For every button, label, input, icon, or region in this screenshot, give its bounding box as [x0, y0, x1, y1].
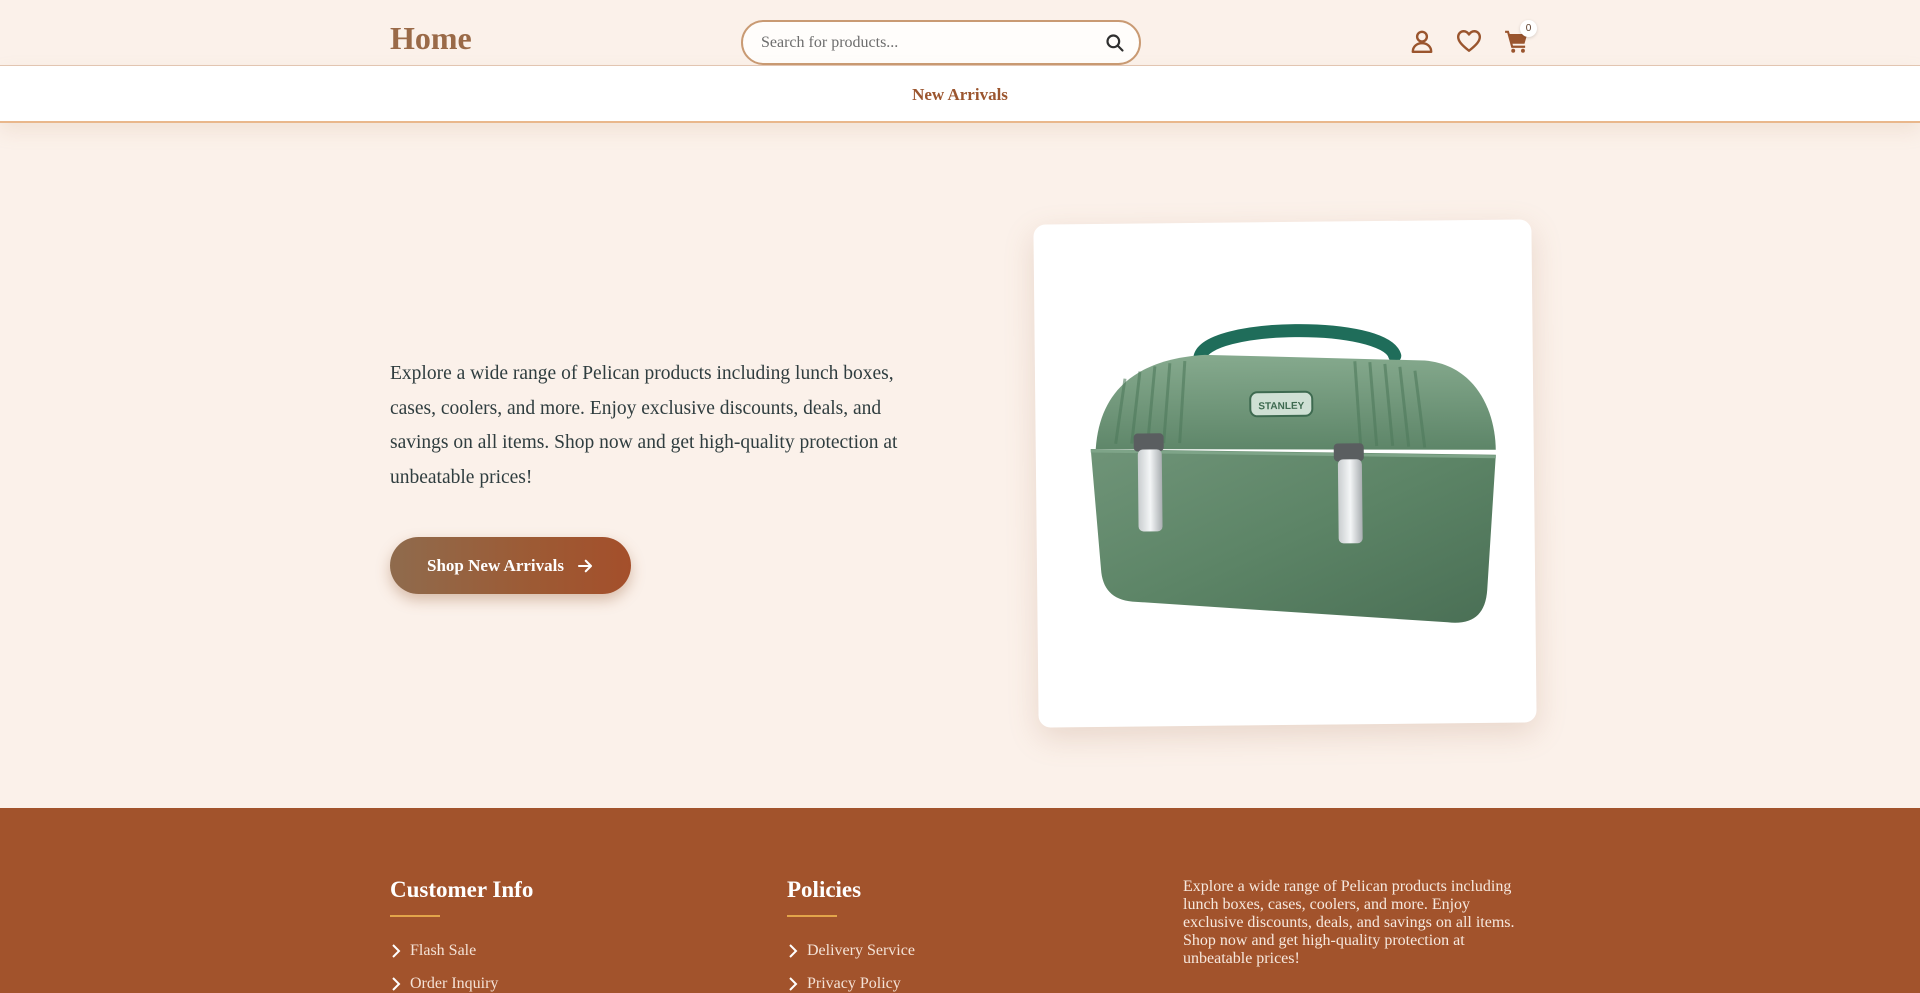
footer-policies: Policies Delivery Service Privacy Policy	[787, 878, 915, 993]
footer-title-underline	[390, 915, 440, 917]
site-logo[interactable]: Home	[390, 22, 472, 54]
site-footer: Customer Info Flash Sale Order Inquiry P…	[0, 808, 1920, 993]
footer-link-delivery-service[interactable]: Delivery Service	[787, 934, 915, 967]
main-nav: New Arrivals	[0, 66, 1920, 123]
search-icon[interactable]	[1105, 33, 1125, 53]
search-bar	[741, 20, 1141, 65]
site-header: Home 0	[0, 0, 1920, 66]
chevron-right-icon	[392, 943, 401, 958]
cta-label: Shop New Arrivals	[427, 555, 564, 575]
footer-link-privacy-policy[interactable]: Privacy Policy	[787, 967, 915, 993]
search-input[interactable]	[761, 22, 1081, 63]
product-image: STANLEY	[1090, 324, 1496, 623]
hero-product-card: STANLEY	[1033, 219, 1537, 728]
user-icon[interactable]	[1409, 28, 1435, 54]
hero-description: Explore a wide range of Pelican products…	[390, 363, 898, 488]
nav-link-new-arrivals[interactable]: New Arrivals	[0, 85, 1920, 105]
heart-icon[interactable]	[1456, 28, 1482, 54]
footer-link-flash-sale[interactable]: Flash Sale	[390, 934, 533, 967]
footer-about-text: Explore a wide range of Pelican products…	[1183, 878, 1515, 967]
svg-text:STANLEY: STANLEY	[1258, 401, 1304, 412]
shop-new-arrivals-button[interactable]: Shop New Arrivals	[390, 537, 631, 594]
chevron-right-icon	[789, 976, 798, 991]
footer-title-underline	[787, 915, 837, 917]
footer-policies-title: Policies	[787, 877, 862, 902]
chevron-right-icon	[392, 976, 401, 991]
chevron-right-icon	[789, 943, 798, 958]
footer-link-order-inquiry[interactable]: Order Inquiry	[390, 967, 533, 993]
arrow-right-icon	[577, 559, 593, 572]
footer-customer-info-title: Customer Info	[390, 877, 534, 902]
footer-customer-info: Customer Info Flash Sale Order Inquiry	[390, 878, 533, 993]
cart-count-badge: 0	[1520, 20, 1537, 37]
